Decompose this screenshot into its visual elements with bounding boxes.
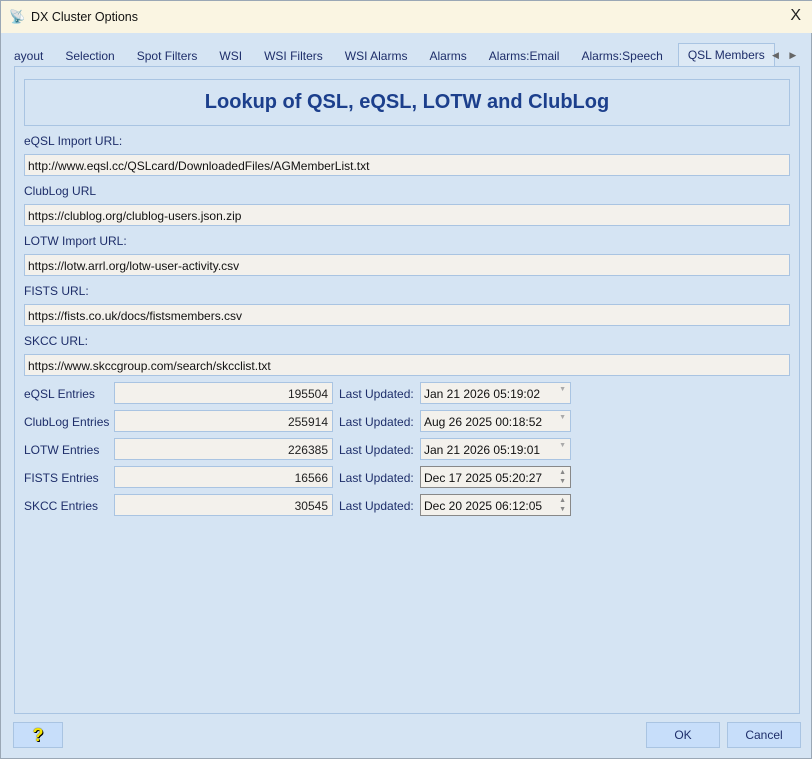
lotw-url-input[interactable]: https://lotw.arrl.org/lotw-user-activity… [24,254,790,276]
eqsl-entries-count: 195504 [114,382,333,404]
spinner-icon[interactable]: ▲ ▼ [559,496,566,514]
window-title: DX Cluster Options [31,10,138,24]
section-header: Lookup of QSL, eQSL, LOTW and ClubLog [24,79,790,126]
tab-strip: ayout Selection Spot Filters WSI WSI Fil… [14,43,804,67]
date-value: Dec 17 2025 05:20:27 [424,471,543,485]
date-value: Jan 21 2026 05:19:01 [424,443,541,457]
lotw-url-label: LOTW Import URL: [24,234,127,248]
last-updated-label: Last Updated: [339,387,414,401]
date-value: Aug 26 2025 00:18:52 [424,415,543,429]
clublog-entries-label: ClubLog Entries [24,415,110,429]
chevron-down-icon: ▼ [559,386,566,393]
tab-alarms-speech[interactable]: Alarms:Speech [570,45,673,67]
chevron-down-icon: ▼ [559,414,566,421]
last-updated-label: Last Updated: [339,499,414,513]
skcc-url-input[interactable]: https://www.skccgroup.com/search/skcclis… [24,354,790,376]
last-updated-label: Last Updated: [339,443,414,457]
clublog-url-input[interactable]: https://clublog.org/clublog-users.json.z… [24,204,790,226]
skcc-url-label: SKCC URL: [24,334,89,348]
skcc-last-updated[interactable]: Dec 20 2025 06:12:05 ▲ ▼ [420,494,571,516]
close-button[interactable]: X [790,7,801,25]
tab-spot-filters[interactable]: Spot Filters [126,45,209,67]
clublog-entries-count: 255914 [114,410,333,432]
tab-scroll-arrows[interactable]: ◀ ▶ [772,50,800,61]
last-updated-label: Last Updated: [339,415,414,429]
tab-wsi[interactable]: WSI [208,45,253,67]
eqsl-url-label: eQSL Import URL: [24,134,123,148]
skcc-entries-count: 30545 [114,494,333,516]
cancel-button[interactable]: Cancel [727,722,801,748]
last-updated-label: Last Updated: [339,471,414,485]
fists-entries-label: FISTS Entries [24,471,99,485]
skcc-entries-label: SKCC Entries [24,499,99,513]
eqsl-url-input[interactable]: http://www.eqsl.cc/QSLcard/DownloadedFil… [24,154,790,176]
tab-selection[interactable]: Selection [54,45,125,67]
fists-url-label: FISTS URL: [24,284,89,298]
tab-alarms-email[interactable]: Alarms:Email [478,45,571,67]
date-value: Dec 20 2025 06:12:05 [424,499,543,513]
chevron-down-icon: ▼ [559,442,566,449]
spinner-icon[interactable]: ▲ ▼ [559,468,566,486]
tab-alarms[interactable]: Alarms [418,45,477,67]
tab-qsl-members[interactable]: QSL Members [677,43,775,67]
date-value: Jan 21 2026 05:19:02 [424,387,541,401]
lotw-last-updated: Jan 21 2026 05:19:01 ▼ [420,438,571,460]
tab-wsi-alarms[interactable]: WSI Alarms [334,45,419,67]
fists-url-input[interactable]: https://fists.co.uk/docs/fistsmembers.cs… [24,304,790,326]
fists-entries-count: 16566 [114,466,333,488]
eqsl-last-updated: Jan 21 2026 05:19:02 ▼ [420,382,571,404]
tab-layout[interactable]: ayout [14,45,54,67]
eqsl-entries-label: eQSL Entries [24,387,95,401]
title-bar: 📡 DX Cluster Options X [1,1,812,33]
clublog-last-updated: Aug 26 2025 00:18:52 ▼ [420,410,571,432]
ok-button[interactable]: OK [646,722,720,748]
help-icon: ? [32,724,44,745]
app-icon: 📡 [9,9,26,24]
tab-wsi-filters[interactable]: WSI Filters [253,45,334,67]
lotw-entries-label: LOTW Entries [24,443,100,457]
clublog-url-label: ClubLog URL [24,184,97,198]
help-button[interactable]: ? [13,722,63,748]
fists-last-updated[interactable]: Dec 17 2025 05:20:27 ▲ ▼ [420,466,571,488]
lotw-entries-count: 226385 [114,438,333,460]
